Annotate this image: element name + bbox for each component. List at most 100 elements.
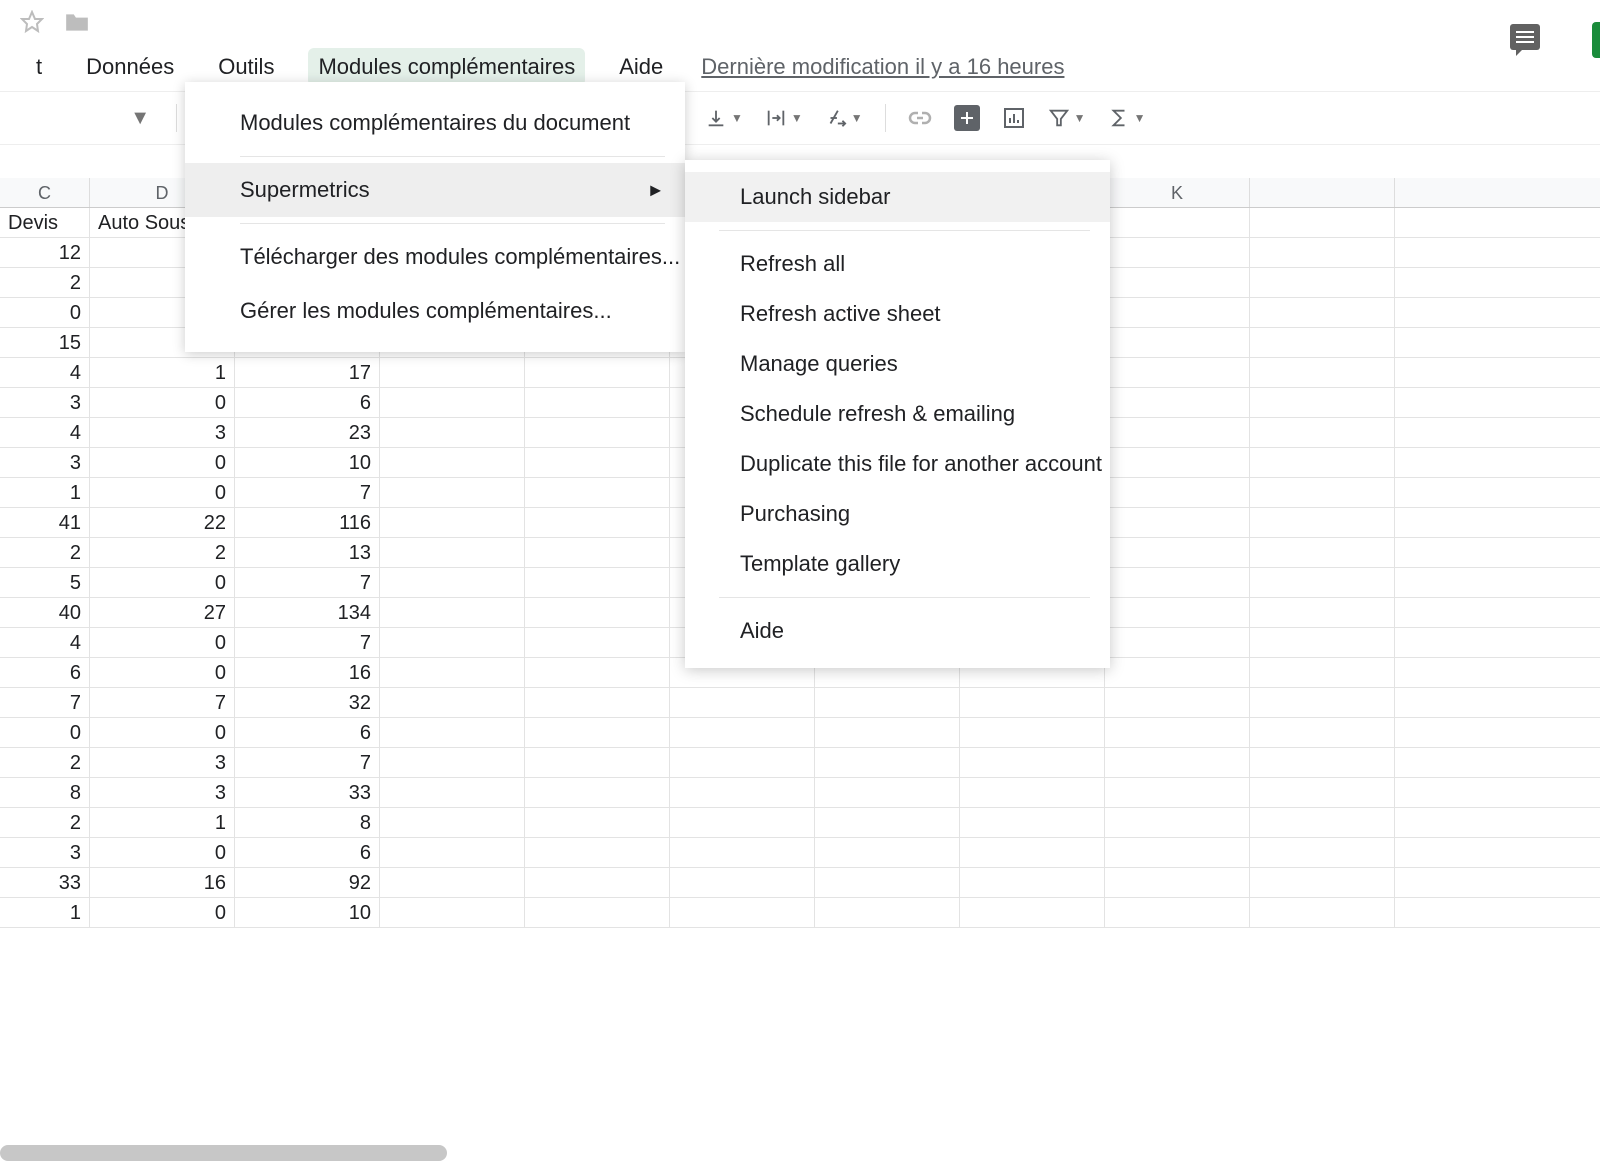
submenu-template-gallery[interactable]: Template gallery <box>685 539 1110 589</box>
cell[interactable]: 27 <box>90 598 235 627</box>
cell[interactable] <box>670 748 815 777</box>
vertical-align-icon[interactable]: ▼ <box>705 107 743 129</box>
filter-icon[interactable]: ▼ <box>1048 107 1086 129</box>
move-folder-icon[interactable] <box>64 11 90 33</box>
cell[interactable]: 4 <box>0 628 90 657</box>
cell[interactable]: 2 <box>0 808 90 837</box>
cell[interactable] <box>1105 328 1250 357</box>
cell[interactable]: 17 <box>235 358 380 387</box>
cell[interactable] <box>960 688 1105 717</box>
cell[interactable]: 3 <box>0 448 90 477</box>
cell[interactable] <box>380 658 525 687</box>
cell[interactable] <box>815 838 960 867</box>
cell[interactable] <box>525 538 670 567</box>
functions-icon[interactable]: ▼ <box>1108 106 1146 130</box>
cell[interactable]: 16 <box>90 868 235 897</box>
cell[interactable]: 92 <box>235 868 380 897</box>
insert-chart-icon[interactable] <box>1002 106 1026 130</box>
cell[interactable] <box>1105 448 1250 477</box>
cell[interactable] <box>670 898 815 927</box>
cell[interactable]: 0 <box>0 718 90 747</box>
cell[interactable] <box>525 628 670 657</box>
cell[interactable]: 7 <box>235 748 380 777</box>
cell[interactable] <box>1250 658 1395 687</box>
cell[interactable] <box>960 838 1105 867</box>
submenu-schedule[interactable]: Schedule refresh & emailing <box>685 389 1110 439</box>
cell[interactable] <box>380 358 525 387</box>
cell[interactable] <box>380 598 525 627</box>
cell[interactable] <box>1250 688 1395 717</box>
cell[interactable]: 6 <box>235 718 380 747</box>
cell[interactable] <box>1250 778 1395 807</box>
submenu-duplicate[interactable]: Duplicate this file for another account <box>685 439 1110 489</box>
cell[interactable] <box>1105 568 1250 597</box>
cell[interactable] <box>815 688 960 717</box>
cell[interactable] <box>815 868 960 897</box>
cell[interactable] <box>525 748 670 777</box>
cell[interactable] <box>1250 358 1395 387</box>
column-header[interactable]: C <box>0 178 90 207</box>
cell[interactable] <box>525 568 670 597</box>
cell[interactable] <box>1250 598 1395 627</box>
cell[interactable] <box>670 718 815 747</box>
cell[interactable]: 10 <box>235 898 380 927</box>
cell[interactable]: 23 <box>235 418 380 447</box>
cell[interactable] <box>1105 718 1250 747</box>
cell[interactable]: 7 <box>235 628 380 657</box>
cell[interactable]: 41 <box>0 508 90 537</box>
cell[interactable] <box>1105 898 1250 927</box>
cell[interactable] <box>670 778 815 807</box>
submenu-manage-queries[interactable]: Manage queries <box>685 339 1110 389</box>
cell[interactable] <box>1250 748 1395 777</box>
cell[interactable]: 2 <box>0 268 90 297</box>
insert-link-icon[interactable] <box>908 106 932 130</box>
cell[interactable] <box>1105 268 1250 297</box>
insert-comment-icon[interactable] <box>954 105 980 131</box>
cell[interactable] <box>1105 208 1250 237</box>
cell[interactable] <box>1105 508 1250 537</box>
cell[interactable] <box>380 808 525 837</box>
cell[interactable] <box>1250 448 1395 477</box>
cell[interactable] <box>1105 388 1250 417</box>
menu-item-donnees[interactable]: Données <box>76 48 184 86</box>
cell[interactable] <box>380 688 525 717</box>
cell[interactable] <box>815 748 960 777</box>
cell[interactable] <box>525 418 670 447</box>
cell[interactable] <box>525 508 670 537</box>
cell[interactable] <box>1105 658 1250 687</box>
cell[interactable] <box>525 358 670 387</box>
column-header[interactable] <box>1250 178 1395 207</box>
cell[interactable]: 16 <box>235 658 380 687</box>
cell[interactable]: 3 <box>90 418 235 447</box>
cell[interactable] <box>525 448 670 477</box>
cell[interactable] <box>1250 718 1395 747</box>
cell[interactable] <box>670 688 815 717</box>
cell[interactable] <box>525 808 670 837</box>
cell[interactable] <box>1105 478 1250 507</box>
cell[interactable]: 7 <box>235 568 380 597</box>
cell[interactable] <box>380 448 525 477</box>
cell[interactable]: 3 <box>90 778 235 807</box>
cell[interactable]: 7 <box>90 688 235 717</box>
cell[interactable] <box>960 748 1105 777</box>
cell[interactable] <box>1250 418 1395 447</box>
cell[interactable]: 134 <box>235 598 380 627</box>
cell[interactable]: 8 <box>0 778 90 807</box>
cell[interactable] <box>1250 808 1395 837</box>
cell[interactable]: 4 <box>0 358 90 387</box>
cell[interactable]: 3 <box>90 748 235 777</box>
cell[interactable]: 6 <box>235 388 380 417</box>
cell[interactable] <box>525 718 670 747</box>
cell[interactable]: 32 <box>235 688 380 717</box>
cell[interactable] <box>525 868 670 897</box>
cell[interactable] <box>380 418 525 447</box>
cell[interactable] <box>1250 538 1395 567</box>
menu-item-aide[interactable]: Aide <box>609 48 673 86</box>
cell[interactable] <box>525 658 670 687</box>
cell[interactable]: 0 <box>90 838 235 867</box>
cell[interactable]: 22 <box>90 508 235 537</box>
cell[interactable]: 15 <box>0 328 90 357</box>
cell[interactable]: 1 <box>0 478 90 507</box>
menu-item-outils[interactable]: Outils <box>208 48 284 86</box>
cell[interactable] <box>1105 538 1250 567</box>
